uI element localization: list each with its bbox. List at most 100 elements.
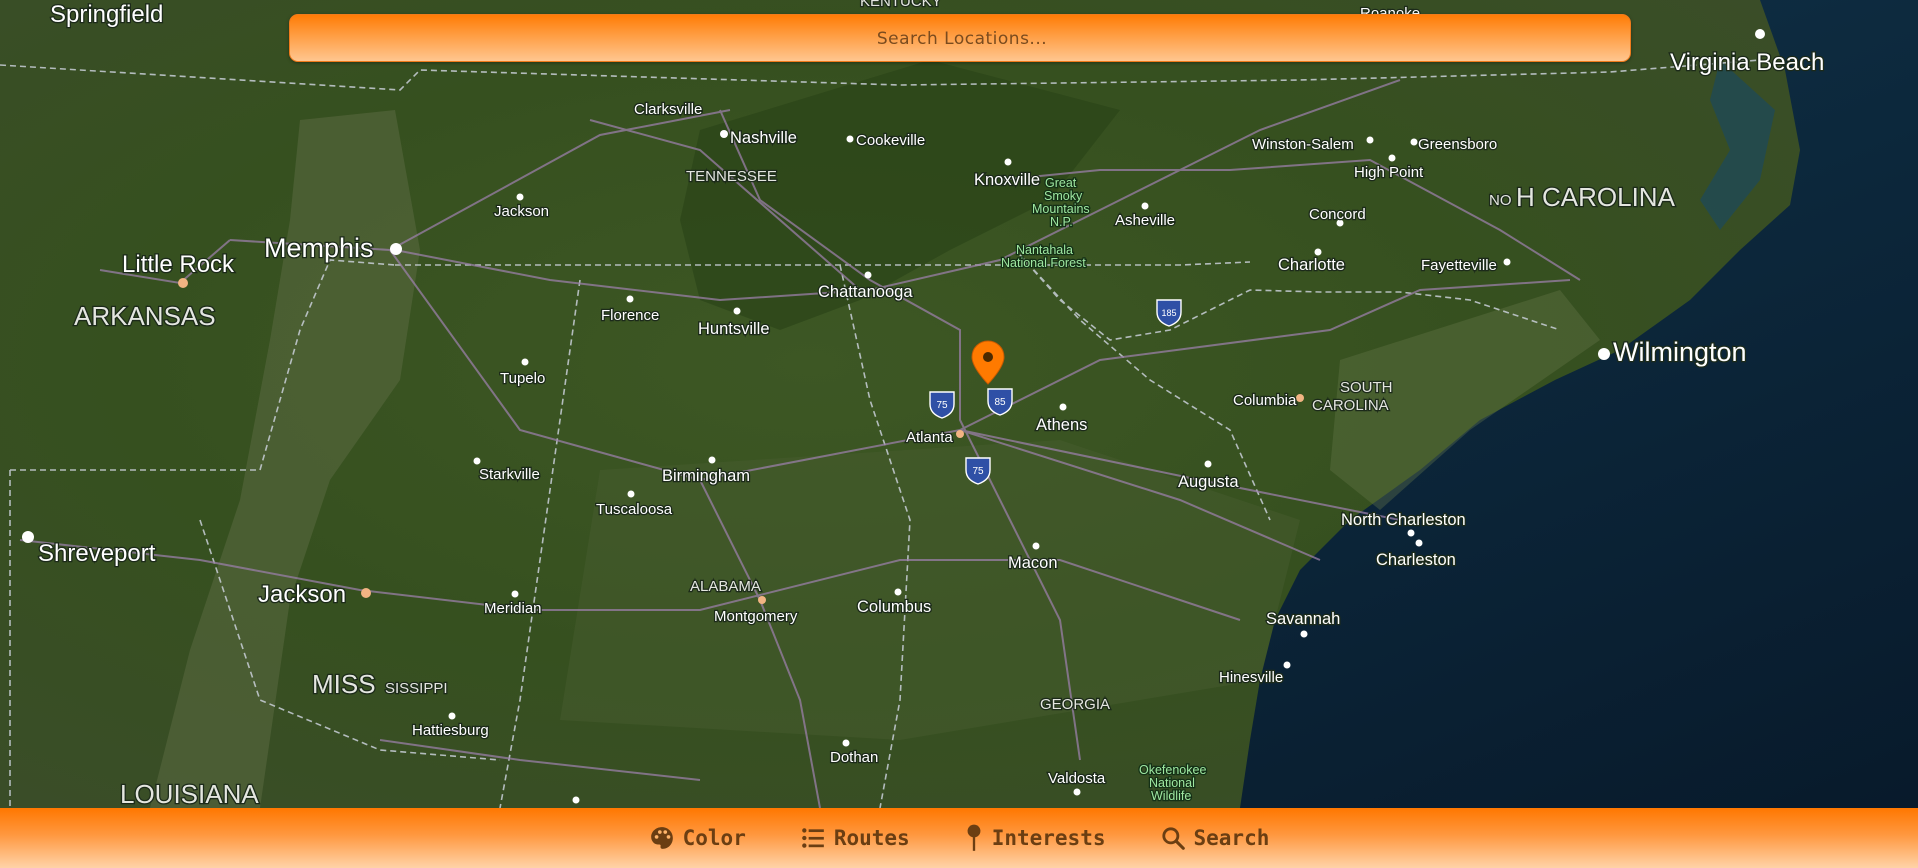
city-label-huntsville: Huntsville <box>698 320 770 338</box>
routes-button[interactable]: Routes <box>800 825 910 851</box>
state-label-mississippi-b: SISSIPPI <box>385 680 448 697</box>
state-label-alabama: ALABAMA <box>690 578 761 595</box>
city-label-hinesville: Hinesville <box>1219 669 1283 686</box>
city-dot <box>1415 539 1423 547</box>
interests-button-label: Interests <box>991 826 1106 850</box>
city-label-florence: Florence <box>601 307 659 324</box>
city-label-meridian: Meridian <box>484 600 542 617</box>
city-dot <box>448 712 456 720</box>
city-dot <box>1366 136 1374 144</box>
city-label-clarksville: Clarksville <box>634 101 702 118</box>
city-dot <box>1300 630 1308 638</box>
svg-text:85: 85 <box>994 397 1006 408</box>
city-dot <box>1059 403 1067 411</box>
park-label: National Forest <box>1001 256 1086 270</box>
city-label-little-rock: Little Rock <box>122 251 235 278</box>
city-label-augusta: Augusta <box>1178 473 1239 491</box>
state-label-south-carolina-a: SOUTH <box>1340 379 1393 396</box>
city-label-greensboro: Greensboro <box>1418 136 1497 153</box>
city-dot <box>22 531 34 543</box>
park-label: National <box>1149 776 1195 790</box>
search-button[interactable]: Search <box>1160 825 1269 851</box>
city-dot <box>1073 788 1081 796</box>
city-label-springfield: Springfield <box>50 1 163 28</box>
city-label-savannah: Savannah <box>1266 610 1340 628</box>
city-label-memphis: Memphis <box>264 233 374 263</box>
city-label-athens: Athens <box>1036 416 1087 434</box>
city-label-hattiesburg: Hattiesburg <box>412 722 489 739</box>
park-label: Okefenokee <box>1139 763 1206 777</box>
park-label: Mountains <box>1032 202 1090 216</box>
city-label-winston-salem: Winston-Salem <box>1252 136 1354 153</box>
city-dot <box>1141 202 1149 210</box>
city-dot <box>511 590 519 598</box>
city-dot <box>1503 258 1511 266</box>
city-dot <box>1032 542 1040 550</box>
interests-button[interactable]: Interests <box>964 824 1106 852</box>
park-label: Smoky <box>1044 189 1083 203</box>
city-dot <box>626 295 634 303</box>
city-dot <box>627 490 635 498</box>
svg-text:75: 75 <box>936 400 948 411</box>
city-label-wilmington: Wilmington <box>1613 337 1747 367</box>
interstate-shield-185: 185 <box>1156 299 1182 327</box>
city-dot <box>572 796 580 804</box>
city-label-montgomery: Montgomery <box>714 608 798 625</box>
palette-icon <box>649 825 675 851</box>
color-button-label: Color <box>682 826 746 850</box>
city-label-atlanta: Atlanta <box>906 429 953 446</box>
color-button[interactable]: Color <box>649 825 746 851</box>
park-label: N.P. <box>1050 215 1073 229</box>
city-dot <box>1598 348 1610 360</box>
city-dot <box>733 307 741 315</box>
city-dot <box>1004 158 1012 166</box>
city-dot <box>178 278 188 288</box>
city-label-cookeville: Cookeville <box>856 132 925 149</box>
city-label-tupelo: Tupelo <box>500 370 545 387</box>
list-icon <box>800 825 826 851</box>
city-label-macon: Macon <box>1008 554 1058 572</box>
state-label-mississippi-a: MISS <box>312 669 376 699</box>
interstate-shield-75-north: 75 <box>929 391 955 419</box>
city-label-high-point: High Point <box>1354 164 1424 181</box>
city-dot <box>864 271 872 279</box>
city-label-north-charleston: North Charleston <box>1341 511 1466 529</box>
search-icon <box>1160 825 1186 851</box>
city-dot <box>1755 29 1765 39</box>
state-label-kentucky: KENTUCKY <box>860 0 942 10</box>
state-label-georgia: GEORGIA <box>1040 696 1110 713</box>
city-label-fayetteville: Fayetteville <box>1421 257 1497 274</box>
city-dot <box>894 588 902 596</box>
svg-text:185: 185 <box>1161 308 1176 318</box>
pin-icon <box>964 824 984 852</box>
city-label-concord: Concord <box>1309 206 1366 223</box>
city-label-valdosta: Valdosta <box>1048 770 1106 787</box>
city-label-starkville: Starkville <box>479 466 540 483</box>
city-dot <box>1283 661 1291 669</box>
state-label-south-carolina-b: CAROLINA <box>1312 397 1389 414</box>
city-dot <box>1296 394 1304 402</box>
city-dot <box>361 588 371 598</box>
city-label-nashville: Nashville <box>730 129 797 147</box>
satellite-map[interactable]: 75 85 75 185 KENTUCKY TENNESSEE ARKANSAS… <box>0 0 1918 808</box>
city-label-jackson-ms: Jackson <box>258 581 346 608</box>
routes-button-label: Routes <box>833 826 910 850</box>
city-label-shreveport: Shreveport <box>38 540 156 567</box>
search-input[interactable] <box>290 15 1634 63</box>
interstate-shield-85: 85 <box>987 388 1013 416</box>
city-label-knoxville: Knoxville <box>974 171 1040 189</box>
city-dot <box>758 596 766 604</box>
city-label-virginia-beach: Virginia Beach <box>1670 49 1824 76</box>
city-label-charleston: Charleston <box>1376 551 1456 569</box>
state-label-louisiana: LOUISIANA <box>120 779 259 808</box>
city-dot <box>1314 248 1322 256</box>
city-label-columbia: Columbia <box>1233 392 1297 409</box>
city-label-charlotte: Charlotte <box>1278 256 1345 274</box>
state-label-arkansas: ARKANSAS <box>74 301 216 331</box>
city-dot <box>708 456 716 464</box>
search-bar[interactable] <box>289 14 1634 63</box>
city-dot <box>720 130 728 138</box>
city-dot <box>516 193 524 201</box>
city-dot <box>1407 529 1415 537</box>
city-dot <box>846 135 854 143</box>
